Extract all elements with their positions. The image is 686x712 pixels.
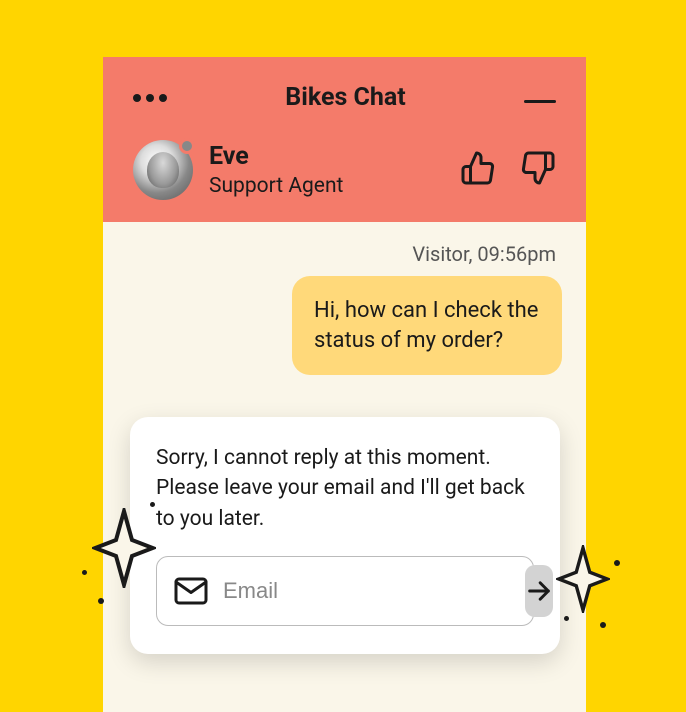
minimize-icon[interactable] <box>524 100 556 103</box>
decorative-dot <box>614 560 620 566</box>
mail-icon <box>173 573 209 609</box>
arrow-right-icon <box>525 577 553 605</box>
chat-title: Bikes Chat <box>285 83 405 112</box>
agent-name: Eve <box>209 142 444 172</box>
thumbs-down-icon[interactable] <box>520 150 556 190</box>
decorative-dot <box>600 622 606 628</box>
decorative-dot <box>564 616 569 621</box>
message-meta: Visitor, 09:56pm <box>127 242 562 266</box>
sparkle-icon <box>556 545 610 613</box>
agent-row: Eve Support Agent <box>133 140 556 200</box>
agent-info: Eve Support Agent <box>209 142 444 198</box>
email-field[interactable] <box>223 578 511 604</box>
thumbs-up-icon[interactable] <box>460 150 496 190</box>
chat-body: Visitor, 09:56pm Hi, how can I check the… <box>103 222 586 395</box>
email-input-row <box>156 556 534 626</box>
more-icon[interactable] <box>133 94 167 102</box>
submit-button[interactable] <box>525 565 553 617</box>
visitor-message: Hi, how can I check the status of my ord… <box>292 276 562 375</box>
feedback-buttons <box>460 150 556 190</box>
email-card: Sorry, I cannot reply at this moment. Pl… <box>130 417 560 654</box>
avatar-wrap <box>133 140 193 200</box>
card-text: Sorry, I cannot reply at this moment. Pl… <box>156 443 534 534</box>
decorative-dot <box>150 502 155 507</box>
chat-header: Bikes Chat Eve Support Agent <box>103 57 586 222</box>
decorative-dot <box>98 598 104 604</box>
agent-role: Support Agent <box>209 174 444 198</box>
status-indicator-icon <box>179 138 195 154</box>
decorative-dot <box>82 570 87 575</box>
header-top-row: Bikes Chat <box>133 83 556 112</box>
sparkle-icon <box>92 508 156 588</box>
